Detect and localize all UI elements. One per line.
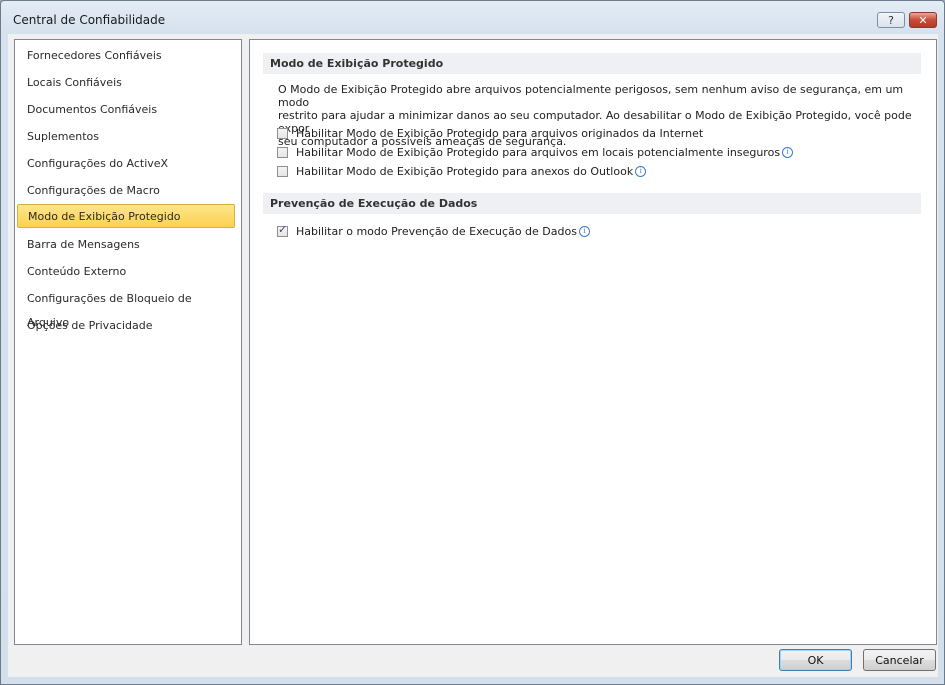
option-label: Habilitar Modo de Exibição Protegido par… — [296, 164, 634, 178]
help-button[interactable]: ? — [877, 12, 905, 28]
title-bar[interactable]: Central de Confiabilidade ? ✕ — [1, 1, 944, 35]
sidebar-item-trusted-publishers[interactable]: Fornecedores Confiáveis — [17, 44, 235, 68]
category-list: Fornecedores Confiáveis Locais Confiávei… — [14, 39, 242, 645]
sidebar-item-external-content[interactable]: Conteúdo Externo — [17, 260, 235, 284]
trust-center-dialog: Central de Confiabilidade ? ✕ Fornecedor… — [0, 0, 945, 685]
outlook-attachments-checkbox[interactable] — [277, 165, 288, 177]
sidebar-item-trusted-locations[interactable]: Locais Confiáveis — [17, 71, 235, 95]
option-label: Habilitar Modo de Exibição Protegido par… — [296, 145, 781, 159]
internet-files-checkbox[interactable] — [277, 127, 288, 139]
dep-mode-checkbox[interactable] — [277, 223, 288, 237]
cancel-button[interactable]: Cancelar — [863, 649, 936, 671]
sidebar-item-privacy-options[interactable]: Opções de Privacidade — [17, 314, 235, 338]
info-icon[interactable]: i — [782, 146, 794, 158]
option-label: Habilitar Modo de Exibição Protegido par… — [296, 126, 704, 140]
sidebar-item-message-bar[interactable]: Barra de Mensagens — [17, 233, 235, 257]
sidebar-item-add-ins[interactable]: Suplementos — [17, 125, 235, 149]
sidebar-item-trusted-documents[interactable]: Documentos Confiáveis — [17, 98, 235, 122]
settings-panel: Modo de Exibição Protegido O Modo de Exi… — [249, 39, 937, 645]
option-outlook-attachments[interactable]: Habilitar Modo de Exibição Protegido par… — [277, 164, 647, 178]
sidebar-item-activex-settings[interactable]: Configurações do ActiveX — [17, 152, 235, 176]
option-unsafe-locations[interactable]: Habilitar Modo de Exibição Protegido par… — [277, 145, 794, 159]
ok-button[interactable]: OK — [779, 649, 852, 671]
dialog-body: Fornecedores Confiáveis Locais Confiávei… — [8, 34, 938, 677]
section-header-dep: Prevenção de Execução de Dados — [263, 193, 921, 214]
unsafe-locations-checkbox[interactable] — [277, 146, 288, 158]
option-dep-mode[interactable]: Habilitar o modo Prevenção de Execução d… — [277, 223, 590, 238]
section-header-protected-view: Modo de Exibição Protegido — [263, 53, 921, 74]
sidebar-item-protected-view[interactable]: Modo de Exibição Protegido — [17, 204, 235, 228]
info-icon[interactable]: i — [578, 225, 590, 237]
option-internet-files[interactable]: Habilitar Modo de Exibição Protegido par… — [277, 126, 703, 140]
sidebar-item-macro-settings[interactable]: Configurações de Macro — [17, 179, 235, 203]
info-icon[interactable]: i — [635, 165, 647, 177]
option-label: Habilitar o modo Prevenção de Execução d… — [296, 224, 577, 238]
sidebar-item-file-block-settings[interactable]: Configurações de Bloqueio de Arquivo — [17, 287, 235, 329]
description-line: O Modo de Exibição Protegido abre arquiv… — [278, 83, 904, 109]
window-title: Central de Confiabilidade — [13, 13, 166, 27]
close-button[interactable]: ✕ — [909, 12, 937, 28]
